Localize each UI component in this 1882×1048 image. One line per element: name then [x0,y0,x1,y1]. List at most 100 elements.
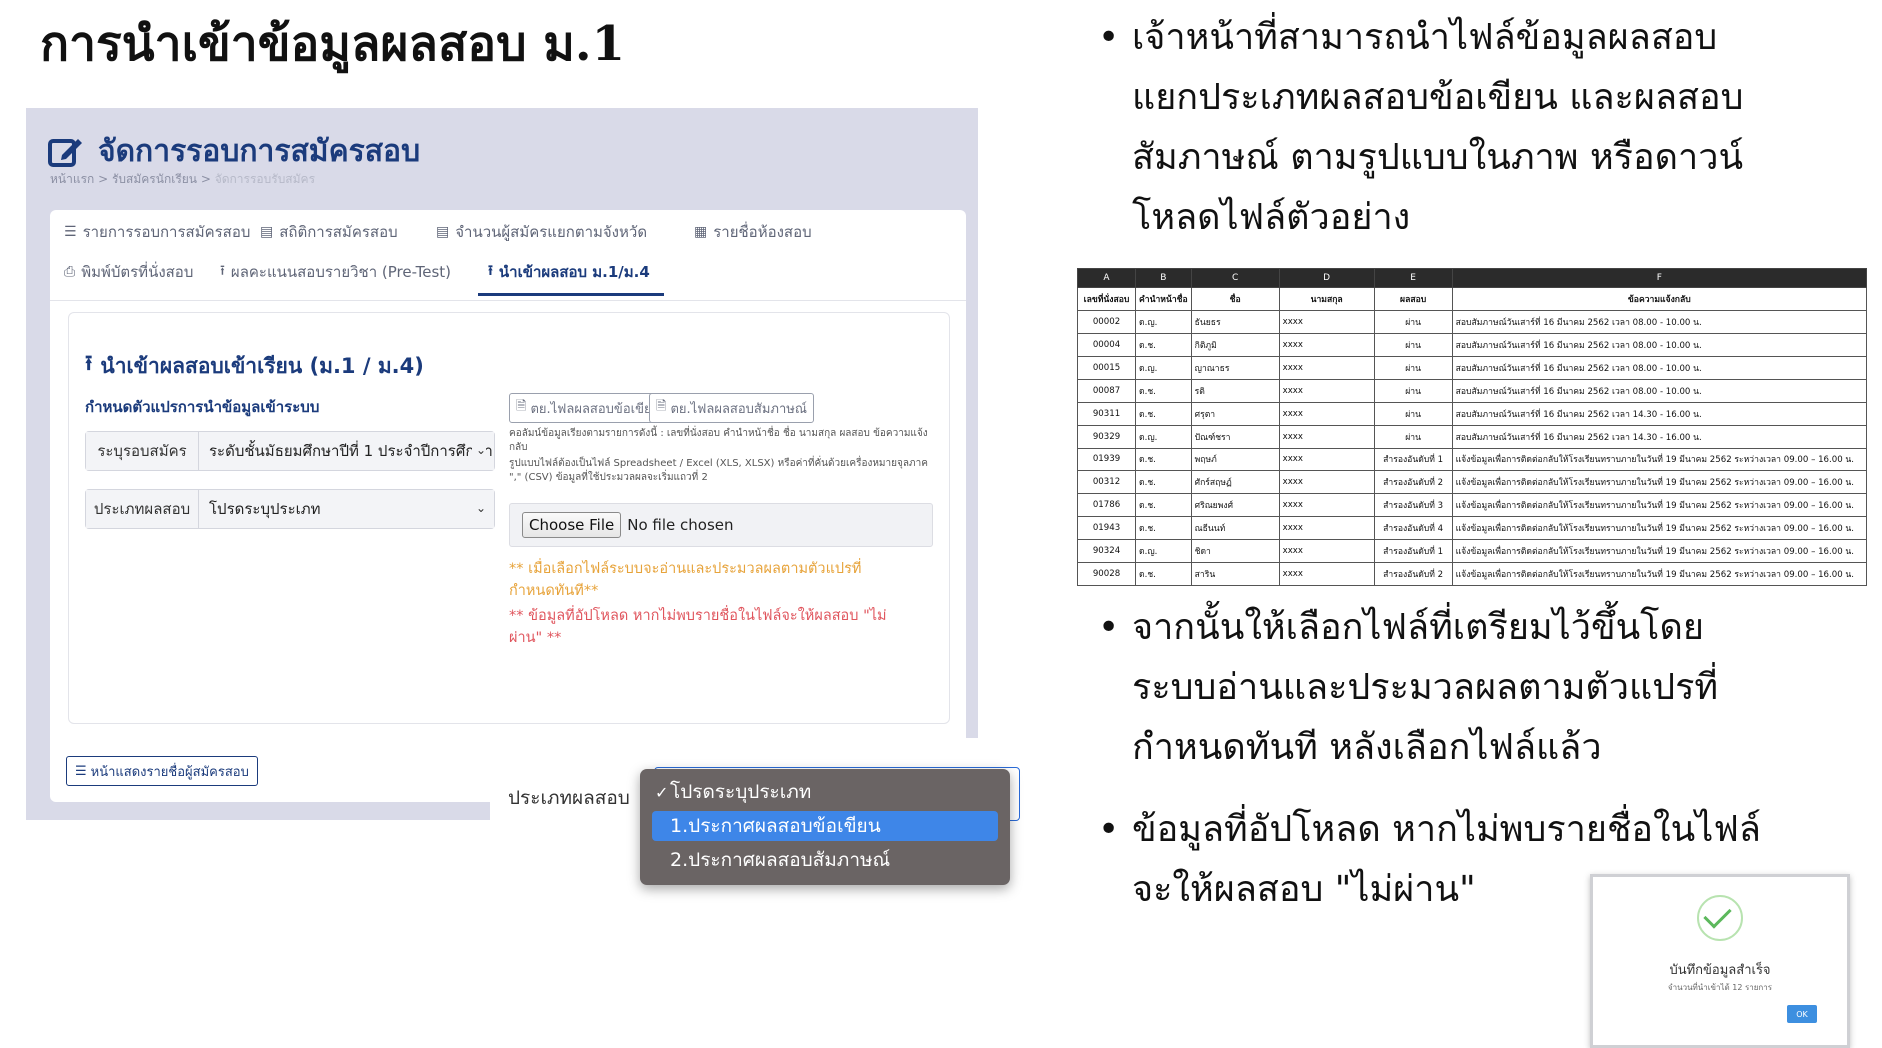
bullet-1: • เจ้าหน้าที่สามารถนำไฟล์ข้อมูลผลสอบ แยกป… [1098,8,1743,248]
table-cell: สำรองอันดับที่ 2 [1373,561,1453,587]
tab-round-list[interactable]: ☰ รายการรอบการสมัครสอบ [64,220,250,244]
table-cell: ด.ญ. [1135,310,1192,335]
table-cell: xxxx [1278,539,1375,563]
table-row: 00015 ด.ญ. ญาณาธร xxxx ผ่าน สอบสัมภาษณ์วันเสา… [1077,355,1868,380]
table-cell: 90311 [1077,401,1136,426]
breadcrumb-current: จัดการรอบรับสมัคร [214,172,316,186]
download-written-sample-button[interactable]: 🗎 ตย.ไฟลผลสอบข้อเขียน [509,393,668,423]
table-cell: ผ่าน [1373,401,1453,426]
table-cell: xxxx [1278,424,1375,449]
chevron-down-icon: ⌄ [471,501,486,515]
table-cell: แจ้งข้อมูลเพื่อการติดต่อกลับให้โรงเรียนท… [1451,561,1868,587]
tab-statistics[interactable]: ▤ สถิติการสมัครสอบ [260,220,398,244]
table-row: 90311 ด.ช. ศรุตา xxxx ผ่าน สอบสัมภาษณ์วันเสาร… [1077,401,1868,426]
table-cell: แจ้งข้อมูลเพื่อการติดต่อกลับให้โรงเรียนท… [1451,539,1868,563]
table-cell: สำรองอันดับที่ 1 [1373,539,1453,563]
round-select-group: ระบุรอบสมัคร ระดับชั้นมัธยมศึกษาปีที่ 1 … [85,431,495,471]
table-cell: ณธีนนท์ [1190,516,1280,541]
upload-icon: ⭱ [488,263,493,279]
table-row: 00087 ด.ช. รติ xxxx ผ่าน สอบสัมภาษณ์วันเสาร์ท… [1077,378,1868,403]
upload-icon: ⭱ [220,263,225,279]
table-row: 01939 ด.ช. พฤษภ์ xxxx สำรองอันดับที่ 1 แจ้งข้… [1077,447,1868,472]
table-cell: 00312 [1077,470,1136,495]
table-cell: สำรองอันดับที่ 1 [1373,447,1453,472]
table-cell: พฤษภ์ [1190,447,1280,472]
table-cell: กิติภูมิ [1190,333,1280,357]
table-cell: ด.ญ. [1135,424,1192,449]
table-cell: สอบสัมภาษณ์วันเสาร์ที่ 16 มีนาคม 2562 เว… [1451,378,1868,403]
app-screenshot: จัดการรอบการสมัครสอบ หน้าแรก > รับสมัครน… [26,108,978,820]
dropdown-option[interactable]: 2.ประกาศผลสอบสัมภาษณ์ [652,845,998,875]
table-cell: แจ้งข้อมูลเพื่อการติดต่อกลับให้โรงเรียนท… [1451,516,1868,541]
table-cell: ด.ช. [1135,470,1192,495]
dropdown-option[interactable]: 1.ประกาศผลสอบข้อเขียน [652,811,998,841]
edit-icon [48,138,82,167]
table-cell: ด.ช. [1135,378,1192,403]
table-cell: ผ่าน [1373,355,1453,380]
type-label: ประเภทผลสอบ [86,490,199,528]
tab-print-seat-card[interactable]: ⎙ พิมพ์บัตรที่นั่งสอบ [64,260,193,284]
sample-spreadsheet: ABCDEF เลขที่นั่งสอบ คำนำหน้าชื่อ ชื่อ นามส… [1077,267,1868,587]
table-cell: 90324 [1077,539,1136,563]
checkmark-icon: ✓ [655,782,669,802]
main-card: ☰ รายการรอบการสมัครสอบ ▤ สถิติการสมัครสอบ … [50,210,966,802]
ok-button[interactable]: OK [1787,1005,1817,1023]
table-cell: xxxx [1278,561,1375,587]
round-select[interactable]: ระดับชั้นมัธยมศึกษาปีที่ 1 ประจำปีการศึก… [199,432,494,470]
dropdown-option[interactable]: ✓ โปรดระบุประเภท [652,777,998,807]
printer-icon: ⎙ [64,264,76,280]
breadcrumb-admission[interactable]: รับสมัครนักเรียน [112,172,197,186]
table-cell: ปัณฑ์ชรา [1190,424,1280,449]
table-cell: ด.ช. [1135,561,1192,587]
table-cell: ผ่าน [1373,310,1453,335]
table-cell: สำรองอันดับที่ 3 [1373,493,1453,518]
download-interview-sample-button[interactable]: 🗎 ตย.ไฟลผลสอบสัมภาษณ์ [649,393,814,423]
building-icon: ▦ [694,224,708,240]
table-cell: แจ้งข้อมูลเพื่อการติดต่อกลับให้โรงเรียนท… [1451,470,1868,495]
table-cell: สอบสัมภาษณ์วันเสาร์ที่ 16 มีนาคม 2562 เว… [1451,333,1868,357]
table-cell: ศรุตา [1190,401,1280,426]
applicant-list-button[interactable]: ☰ หน้าแสดงรายชื่อผู้สมัครสอบ [66,756,258,786]
page-title-text: จัดการรอบการสมัครสอบ [98,134,421,169]
choose-file-button[interactable]: Choose File [522,512,622,538]
success-check-icon [1697,895,1743,941]
tab-import-results[interactable]: ⭱ นำเข้าผลสอบ ม.1/ม.4 [478,260,664,296]
import-panel: ⭱ นำเข้าผลสอบเข้าเรียน (ม.1 / ม.4) กำหนดต… [68,312,950,724]
bullet-dot-icon: • [1098,17,1120,58]
table-icon: ▤ [260,224,274,240]
table-body: 00002 ด.ญ. ธันยธร xxxx ผ่าน สอบสัมภาษณ์วันเสา… [1077,310,1868,587]
table-cell: ธันยธร [1190,310,1280,335]
tab-bar: ☰ รายการรอบการสมัครสอบ ▤ สถิติการสมัครสอบ … [50,210,966,301]
table-cell: ด.ญ. [1135,539,1192,563]
round-label: ระบุรอบสมัคร [86,432,199,470]
table-cell: สำรองอันดับที่ 4 [1373,516,1453,541]
table-cell: 90028 [1077,561,1136,587]
table-cell: 01943 [1077,516,1136,541]
table-cell: xxxx [1278,378,1375,403]
section-subtitle: กำหนดตัวแปรการนำข้อมูลเข้าระบบ [85,398,320,416]
table-cell: สอบสัมภาษณ์วันเสาร์ที่ 16 มีนาคม 2562 เว… [1451,401,1868,426]
success-popup: บันทึกข้อมูลสำเร็จ จำนวนที่นำเข้าได้ 12 … [1590,874,1850,1048]
overlay-type-label: ประเภทผลสอบ [508,787,630,809]
file-input[interactable]: Choose File No file chosen [509,503,933,547]
table-cell: 00004 [1077,333,1136,357]
bullet-dot-icon: • [1098,607,1120,648]
table-cell: ด.ช. [1135,516,1192,541]
table-cell: 90329 [1077,424,1136,449]
tab-pretest-scores[interactable]: ⭱ ผลคะแนนสอบรายวิชา (Pre-Test) [220,260,451,284]
page-title: จัดการรอบการสมัครสอบ [48,128,420,175]
tab-exam-rooms[interactable]: ▦ รายชื่อห้องสอบ [694,220,812,244]
file-icon: 🗎 [516,399,527,414]
type-select[interactable]: โปรดระบุประเภท ⌄ [199,490,494,528]
table-cell: สอบสัมภาษณ์วันเสาร์ที่ 16 มีนาคม 2562 เว… [1451,355,1868,380]
table-icon: ▤ [436,224,450,240]
breadcrumb-home[interactable]: หน้าแรก [50,172,94,186]
tab-province-count[interactable]: ▤ จำนวนผู้สมัครแยกตามจังหวัด [436,220,647,244]
file-icon: 🗎 [656,399,667,414]
column-letters-row: ABCDEF [1077,267,1868,289]
table-row: 90324 ด.ญ. ชิดา xxxx สำรองอันดับที่ 1 แจ้งข้อ… [1077,539,1868,563]
table-cell: ศักร์สฤษฏ์ [1190,470,1280,495]
table-cell: ด.ช. [1135,493,1192,518]
file-status: No file chosen [627,516,734,534]
table-cell: xxxx [1278,333,1375,357]
